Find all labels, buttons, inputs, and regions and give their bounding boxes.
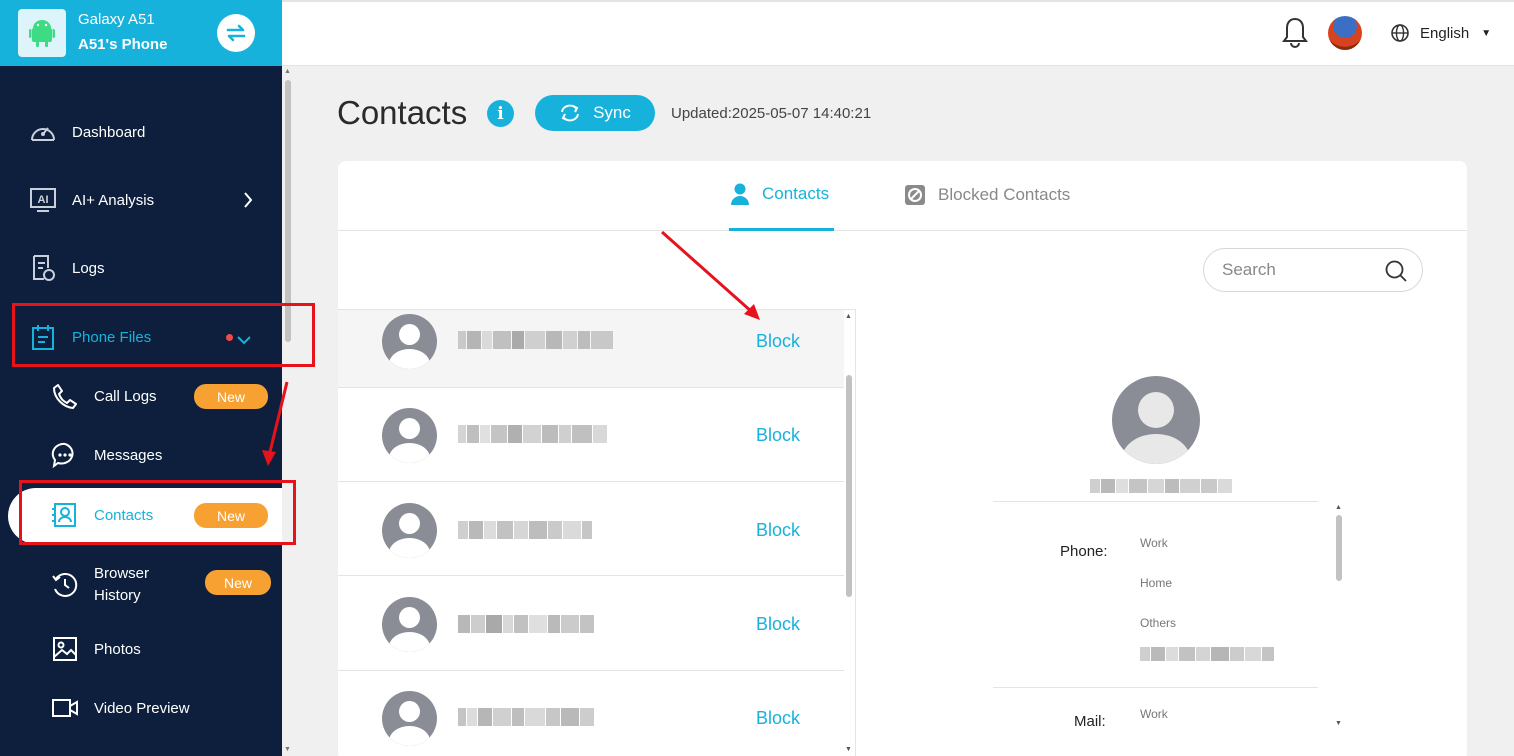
contact-avatar <box>382 408 437 463</box>
video-icon <box>50 693 80 723</box>
sidebar-item-photos[interactable]: Photos <box>50 634 141 664</box>
messages-icon <box>50 440 80 470</box>
caret-down-icon: ▼ <box>1481 27 1492 39</box>
contact-avatar <box>382 314 437 369</box>
tab-contacts[interactable]: Contacts <box>730 182 829 206</box>
contact-row[interactable]: Block <box>338 577 844 671</box>
sidebar-item-browser-history[interactable]: Browser History <box>50 563 164 607</box>
block-button[interactable]: Block <box>756 331 800 352</box>
language-selector[interactable]: English ▼ <box>1390 23 1491 43</box>
active-tab-indicator <box>729 228 834 231</box>
contact-row[interactable]: Block <box>338 482 844 576</box>
scroll-down-icon[interactable]: ▼ <box>1335 720 1342 727</box>
sidebar-item-call-logs[interactable]: Call Logs <box>50 381 157 411</box>
svg-text:AI: AI <box>38 194 49 206</box>
mail-type-work: Work <box>1140 707 1168 721</box>
search-input[interactable] <box>1222 260 1372 280</box>
contact-name-redacted <box>458 425 607 443</box>
tab-label: Contacts <box>762 184 830 203</box>
person-icon <box>730 182 750 206</box>
phone-type-others: Others <box>1140 616 1177 630</box>
contact-avatar <box>382 597 437 652</box>
sidebar-item-label: Dashboard <box>72 123 146 141</box>
contact-name-redacted <box>458 708 594 726</box>
detail-avatar <box>1112 376 1200 464</box>
device-model: Galaxy A51 <box>78 11 155 28</box>
detail-scroll-thumb[interactable] <box>1336 515 1342 581</box>
scroll-up-icon[interactable]: ▲ <box>1335 504 1342 511</box>
contact-list: Block Block Block Block Block <box>338 309 856 756</box>
annotation-box-contacts <box>19 480 296 545</box>
updated-timestamp: Updated:2025-05-07 14:40:21 <box>671 105 872 122</box>
sidebar-item-label: Messages <box>94 446 163 464</box>
logs-icon <box>28 253 58 283</box>
new-badge: New <box>205 570 271 595</box>
device-name: A51's Phone <box>78 36 168 53</box>
contact-row[interactable]: Block <box>338 310 844 388</box>
blocked-icon <box>904 184 926 206</box>
sidebar-item-dashboard[interactable]: Dashboard <box>28 117 145 147</box>
phone-label: Phone: <box>1060 543 1108 560</box>
sidebar-item-video-preview[interactable]: Video Preview <box>50 693 190 723</box>
phone-type-work: Work <box>1140 536 1168 550</box>
sidebar-item-label: Logs <box>72 259 105 277</box>
search-box[interactable] <box>1203 248 1423 292</box>
new-badge: New <box>194 384 268 409</box>
sidebar-item-ai-analysis[interactable]: AI AI+ Analysis <box>28 185 154 215</box>
sidebar-item-messages[interactable]: Messages <box>50 440 162 470</box>
tab-blocked-contacts[interactable]: Blocked Contacts <box>904 184 1070 206</box>
bell-icon[interactable] <box>1281 16 1309 53</box>
contact-name-redacted <box>458 615 594 633</box>
sidebar-item-label: AI+ Analysis <box>72 191 155 209</box>
switch-device-icon[interactable] <box>217 14 255 52</box>
sidebar-item-label: Call Logs <box>94 387 157 405</box>
sync-button[interactable]: Sync <box>535 95 655 131</box>
tab-bar <box>338 161 1467 231</box>
scroll-up-icon[interactable]: ▲ <box>845 313 852 320</box>
contact-name-redacted <box>458 331 613 349</box>
call-logs-icon <box>50 381 80 411</box>
sidebar-item-label: Photos <box>94 640 141 658</box>
chevron-right-icon[interactable] <box>243 191 253 214</box>
browser-history-icon <box>50 570 80 600</box>
phone-number-redacted <box>1140 647 1274 661</box>
sync-label: Sync <box>593 103 631 122</box>
block-button[interactable]: Block <box>756 614 800 635</box>
sidebar <box>0 0 282 756</box>
page-title: Contacts <box>337 94 468 131</box>
contact-row[interactable]: Block <box>338 388 844 482</box>
block-button[interactable]: Block <box>756 708 800 729</box>
contact-name-redacted <box>458 521 592 539</box>
info-icon[interactable]: i <box>487 100 514 127</box>
sidebar-item-label: Browser History <box>94 565 150 604</box>
contact-avatar <box>382 691 437 746</box>
device-header: Galaxy A51 A51's Phone <box>0 0 282 66</box>
divider <box>993 501 1318 502</box>
list-scroll-thumb[interactable] <box>846 375 852 597</box>
contact-avatar <box>382 503 437 558</box>
android-icon <box>18 9 66 57</box>
user-avatar[interactable] <box>1328 16 1362 50</box>
sidebar-item-label: Video Preview <box>94 699 190 717</box>
scroll-up-icon[interactable]: ▲ <box>284 68 291 75</box>
contact-row[interactable]: Block <box>338 671 844 756</box>
block-button[interactable]: Block <box>756 520 800 541</box>
block-button[interactable]: Block <box>756 425 800 446</box>
annotation-box-phone-files <box>12 303 315 367</box>
search-icon[interactable] <box>1384 259 1408 288</box>
dashboard-icon <box>28 117 58 147</box>
sync-icon <box>559 103 581 123</box>
mail-label: Mail: <box>1074 713 1106 730</box>
ai-icon: AI <box>28 185 58 215</box>
scroll-down-icon[interactable]: ▼ <box>284 746 291 753</box>
photos-icon <box>50 634 80 664</box>
phone-type-home: Home <box>1140 576 1173 590</box>
divider <box>993 687 1318 688</box>
globe-icon <box>1390 23 1410 43</box>
language-label: English <box>1420 24 1470 42</box>
tab-label: Blocked Contacts <box>938 185 1071 204</box>
scroll-down-icon[interactable]: ▼ <box>845 746 852 753</box>
sidebar-item-logs[interactable]: Logs <box>28 253 105 283</box>
detail-name-redacted <box>1090 479 1232 493</box>
